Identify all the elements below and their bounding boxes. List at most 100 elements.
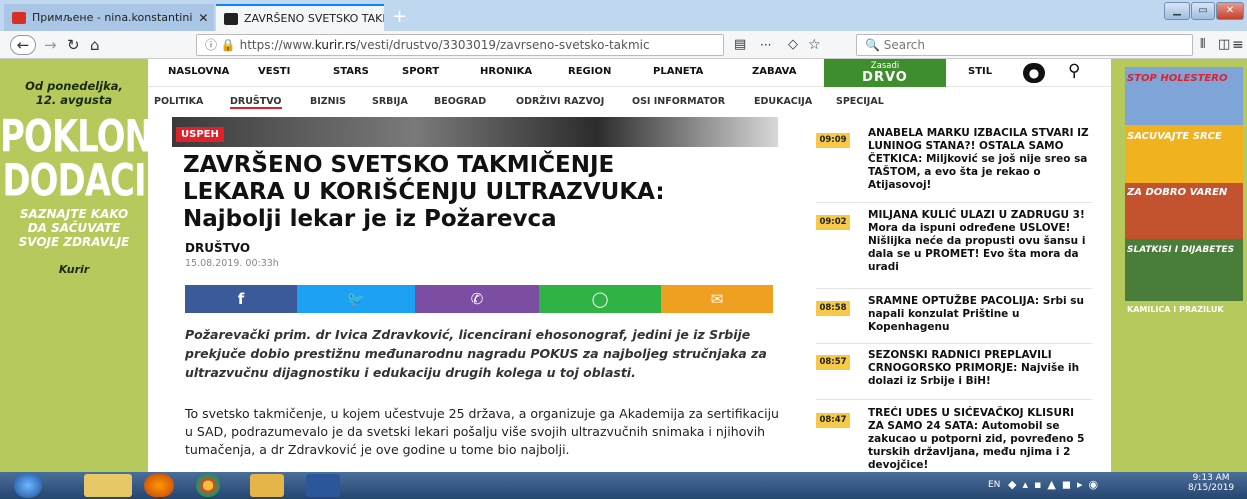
reader-view-icon[interactable]: ▤	[734, 35, 746, 55]
ad-cta-2: DA SAČUVATE	[27, 221, 121, 235]
headline-line-3: Najbolji lekar je iz Požarevca	[183, 206, 557, 232]
menu-icon[interactable]: ≡	[1232, 35, 1244, 55]
whatsapp-icon: ◯	[591, 290, 609, 308]
ad-line: KAMILICA I PRAZILUK	[1127, 305, 1224, 314]
file-explorer-icon[interactable]	[84, 474, 132, 497]
ad-brand-logo: Kurir	[58, 263, 90, 276]
nav-zabava[interactable]: ZABAVA	[752, 66, 796, 77]
news-title[interactable]: SRAMNE OPTUŽBE PACOLIJA: Srbi su napali …	[868, 295, 1092, 334]
browser-tab-bar: Примљене - nina.konstantini ✕ ZAVRŠENO S…	[0, 0, 1247, 31]
library-icon[interactable]: ⫴	[1200, 35, 1205, 55]
forward-icon[interactable]: →	[44, 35, 57, 55]
news-time: 09:09	[816, 133, 850, 148]
firefox-icon[interactable]	[144, 474, 174, 497]
nav-hronika[interactable]: HRONIKA	[480, 66, 532, 77]
subnav-biznis[interactable]: BIZNIS	[310, 96, 346, 107]
language-indicator[interactable]: EN	[988, 480, 1000, 490]
back-icon[interactable]: ←	[10, 35, 36, 55]
share-twitter-button[interactable]: 🐦	[297, 285, 415, 313]
subnav-specijal[interactable]: SPECIJAL	[836, 96, 884, 107]
nav-sport[interactable]: SPORT	[402, 66, 439, 77]
search-placeholder: Search	[883, 38, 926, 52]
nav-vesti[interactable]: VESTI	[258, 66, 290, 77]
article-lead: Požarevački prim. dr Ivica Zdravković, l…	[185, 327, 767, 380]
url-host: kurir.rs	[314, 38, 357, 52]
share-whatsapp-button[interactable]: ◯	[539, 285, 661, 313]
nav-stars[interactable]: STARS	[333, 66, 369, 77]
news-item[interactable]: 08:47 TREĆI UDES U SIĆEVAČKOJ KLISURI ZA…	[816, 407, 1092, 471]
close-tab-icon[interactable]: ✕	[192, 11, 208, 25]
news-item[interactable]: 09:09 ANABELA MARKU IZBACILA STVARI IZ L…	[816, 127, 1092, 197]
nav-region[interactable]: REGION	[568, 66, 611, 77]
share-viber-button[interactable]: ✆	[415, 285, 539, 313]
nav-naslovna[interactable]: NASLOVNA	[168, 66, 229, 77]
news-title[interactable]: ANABELA MARKU IZBACILA STVARI IZ LUNINOG…	[868, 127, 1092, 192]
info-icon[interactable]: ⓘ	[205, 38, 217, 52]
news-item[interactable]: 08:58 SRAMNE OPTUŽBE PACOLIJA: Srbi su n…	[816, 295, 1092, 339]
user-account-icon[interactable]: ●	[1023, 63, 1045, 83]
site-sub-nav: POLITIKA DRUŠTVO BIZNIS SRBIJA BEOGRAD O…	[148, 88, 818, 114]
subnav-edukacija[interactable]: EDUKACIJA	[754, 96, 812, 107]
news-item[interactable]: 09:02 MILJANA KULIĆ ULAZI U ZADRUGU 3! M…	[816, 209, 1092, 281]
chrome-icon[interactable]	[196, 474, 220, 497]
subnav-odrzivi-razvoj[interactable]: ODRŽIVI RAZVOJ	[516, 96, 604, 107]
search-icon: 🔍	[865, 38, 880, 52]
subnav-osi-informator[interactable]: OSI INFORMATOR	[632, 96, 725, 107]
subnav-srbija[interactable]: SRBIJA	[372, 96, 408, 107]
share-email-button[interactable]: ✉	[661, 285, 773, 313]
subnav-drustvo[interactable]: DRUŠTVO	[230, 96, 282, 109]
news-divider	[816, 288, 1092, 289]
news-item[interactable]: 08:57 SEZONSKI RADNICI PREPLAVILI CRNOGO…	[816, 349, 1092, 393]
reload-icon[interactable]: ↻	[67, 35, 80, 55]
maximize-button[interactable]: ▭	[1191, 2, 1215, 20]
right-advertisement[interactable]: STOP HOLESTERO SAČUVAJTE SRCE ZA DOBRO V…	[1111, 59, 1247, 472]
home-icon[interactable]: ⌂	[90, 35, 100, 55]
url-bar[interactable]: ⓘ 🔒 https://www.kurir.rs/vesti/drustvo/3…	[196, 34, 724, 56]
kurir-favicon-icon	[224, 12, 238, 25]
subnav-politika[interactable]: POLITIKA	[154, 96, 203, 107]
clock-time: 9:13 AM	[1192, 473, 1230, 483]
zasadi-drvo-promo[interactable]: Zasadi DRVO	[824, 59, 946, 87]
url-path: /vesti/drustvo/3303019/zavrseno-svetsko-…	[356, 38, 650, 52]
news-time: 09:02	[816, 215, 850, 230]
news-title[interactable]: MILJANA KULIĆ ULAZI U ZADRUGU 3! Mora da…	[868, 209, 1092, 274]
subnav-beograd[interactable]: BEOGRAD	[434, 96, 486, 107]
minimize-button[interactable]: ▁	[1164, 2, 1190, 20]
promo-line2: DRVO	[862, 70, 908, 85]
tab-mail[interactable]: Примљене - nina.konstantini ✕	[4, 4, 214, 31]
new-tab-icon[interactable]: +	[392, 8, 407, 26]
close-window-button[interactable]: ✕	[1216, 2, 1244, 20]
pocket-icon[interactable]: ◇	[788, 35, 798, 55]
mail-icon	[12, 11, 26, 24]
clock[interactable]: 9:13 AM 8/15/2019	[1188, 473, 1234, 493]
start-button[interactable]	[14, 473, 42, 498]
ad-cta-1: SAZNAJTE KAKO	[19, 207, 129, 221]
news-time: 08:47	[816, 413, 850, 428]
ad-line: SLATKIŠI I DIJABETES	[1127, 245, 1235, 255]
nav-planeta[interactable]: PLANETA	[653, 66, 703, 77]
news-title[interactable]: TREĆI UDES U SIĆEVAČKOJ KLISURI ZA SAMO …	[868, 407, 1092, 472]
email-icon: ✉	[710, 290, 724, 308]
article-category[interactable]: DRUŠTVO	[185, 241, 250, 255]
site-search-icon[interactable]: ⚲	[1068, 61, 1080, 81]
browser-nav-bar: ← → ↻ ⌂ ⓘ 🔒 https://www.kurir.rs/vesti/d…	[0, 31, 1247, 59]
folder-icon[interactable]	[250, 474, 284, 497]
sidebar-icon[interactable]: ◫	[1218, 35, 1230, 55]
tab-article[interactable]: ZAVRŠENO SVETSKO TAKMIČE ✕	[216, 4, 384, 31]
share-facebook-button[interactable]: f	[185, 285, 297, 313]
system-tray-icons[interactable]: ◆▴▪▲◼▸◉	[1008, 478, 1104, 491]
news-title[interactable]: SEZONSKI RADNICI PREPLAVILI CRNOGORSKO P…	[868, 349, 1092, 388]
page-actions-icon[interactable]: ···	[760, 35, 771, 55]
news-divider	[816, 202, 1092, 203]
word-icon[interactable]	[306, 474, 340, 497]
ad-line: STOP HOLESTERO	[1127, 73, 1228, 84]
windows-taskbar: EN ◆▴▪▲◼▸◉ 9:13 AM 8/15/2019	[0, 472, 1247, 499]
left-advertisement[interactable]: Od ponedeljka, 12. avgusta POKLON DODACI…	[0, 59, 153, 472]
nav-stil[interactable]: STIL	[968, 66, 992, 77]
article-hero-image	[172, 117, 778, 147]
bookmark-star-icon[interactable]: ☆	[808, 35, 821, 55]
search-input[interactable]: 🔍 Search	[856, 34, 1193, 56]
facebook-icon: f	[237, 290, 245, 308]
headline-line-2: LEKARA U KORIŠĆENJU ULTRAZVUKA:	[183, 179, 665, 205]
url-prefix: https://www.	[239, 38, 315, 52]
